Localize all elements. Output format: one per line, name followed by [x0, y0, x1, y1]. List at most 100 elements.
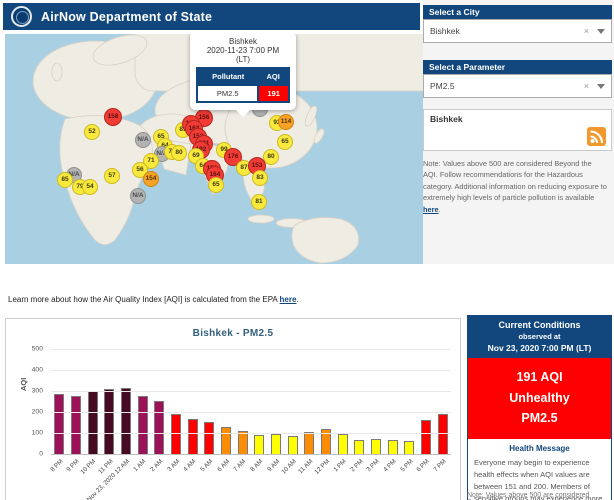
chart-x-tick: 4 AM: [183, 458, 198, 473]
city-select[interactable]: Bishkek ×: [423, 19, 612, 43]
city-clear-icon[interactable]: ×: [584, 26, 589, 36]
chart-bar: [421, 420, 431, 454]
select-city-header: Select a City: [423, 5, 612, 19]
aqi-category: Unhealthy: [470, 388, 609, 409]
popup-aqi-value: 191: [258, 85, 289, 102]
chart-x-tick: 8 PM: [49, 458, 64, 473]
chart-x-tick: 6 AM: [216, 458, 231, 473]
select-parameter-header: Select a Parameter: [423, 60, 612, 74]
aqi-map-marker[interactable]: 65: [277, 134, 293, 150]
chart-x-tick: 3 PM: [366, 458, 381, 473]
department-of-state-seal-icon: [11, 6, 32, 27]
note-here-link[interactable]: here: [423, 205, 439, 214]
chart-y-tick: 200: [32, 409, 43, 416]
chart-x-tick: 1 PM: [332, 458, 347, 473]
aqi-status-badge: 191 AQI Unhealthy PM2.5: [468, 358, 611, 439]
aqi-map-marker[interactable]: 65: [208, 177, 224, 193]
chart-x-tick: 7 AM: [233, 458, 248, 473]
beyond-aqi-note-preview: Note: Values above 500 are considered Be…: [467, 492, 612, 500]
beyond-aqi-note: Note: Values above 500 are considered Be…: [423, 158, 612, 215]
chart-bar: [121, 388, 131, 454]
chart-bar: [438, 414, 448, 454]
current-conditions-header: Current Conditions observed at Nov 23, 2…: [468, 316, 611, 358]
current-conditions-panel: Current Conditions observed at Nov 23, 2…: [467, 315, 612, 500]
aqi-value: 191 AQI: [470, 367, 609, 388]
chart-bar: [188, 419, 198, 454]
aqi-map-marker[interactable]: 80: [171, 145, 187, 161]
chart-y-tick: 300: [32, 388, 43, 395]
aqi-map-marker[interactable]: 158: [104, 108, 122, 126]
app-header: AirNow Department of State: [3, 3, 420, 30]
popup-col-aqi: AQI: [258, 68, 289, 85]
parameter-select[interactable]: PM2.5 ×: [423, 74, 612, 98]
aqi-map-marker[interactable]: N/A: [130, 188, 146, 204]
chart-x-tick: 5 PM: [399, 458, 414, 473]
popup-pollutant-value: PM2.5: [197, 85, 258, 102]
app-title: AirNow Department of State: [41, 10, 212, 24]
chart-plot-area: 8 PM9 PM10 PM11 PMNov 23, 2020 12 AM1 AM…: [51, 349, 451, 454]
current-conditions-title: Current Conditions: [470, 320, 609, 330]
sidebar: Select a City Bishkek × Select a Paramet…: [423, 0, 614, 264]
chart-bar: [54, 394, 64, 454]
aqi-map-marker[interactable]: 52: [84, 124, 100, 140]
parameter-select-value: PM2.5: [430, 81, 584, 91]
health-message-title: Health Message: [474, 444, 605, 453]
rss-panel: Bishkek: [423, 109, 612, 151]
chart-y-tick: 400: [32, 367, 43, 374]
rss-feed-icon[interactable]: [587, 127, 606, 146]
aqi-map-marker[interactable]: 83: [252, 170, 268, 186]
map-popup: Bishkek 2020-11-23 7:00 PM (LT) Pollutan…: [190, 34, 296, 110]
chart-y-axis-label: AQI: [19, 378, 28, 391]
chart-x-tick: 9 AM: [266, 458, 281, 473]
chart-x-tick: 12 PM: [313, 458, 331, 476]
chart-x-axis: [51, 454, 451, 455]
chart-x-tick: 11 AM: [297, 458, 314, 475]
aqi-pollutant: PM2.5: [470, 408, 609, 429]
aqi-map-marker[interactable]: N/A: [135, 132, 151, 148]
chart-x-tick: 5 AM: [199, 458, 214, 473]
aqi-map-marker[interactable]: 154: [143, 171, 159, 187]
chart-bar: [238, 431, 248, 454]
parameter-clear-icon[interactable]: ×: [584, 81, 589, 91]
parameter-chevron-down-icon[interactable]: [597, 84, 605, 89]
chart-x-tick: 1 AM: [133, 458, 148, 473]
chart-gridline: [51, 391, 451, 392]
chart-y-tick: 0: [39, 451, 43, 458]
chart-bar: [221, 427, 231, 454]
chart-bar: [204, 422, 214, 454]
chart-title: Bishkek - PM2.5: [6, 328, 460, 339]
chart-bar: [154, 401, 164, 454]
chart-bar: [71, 396, 81, 454]
aqi-map-marker[interactable]: 114: [278, 114, 294, 130]
chart-bar: [88, 391, 98, 454]
chart-bar: [271, 434, 281, 454]
chart-x-tick: 10 PM: [80, 458, 98, 476]
health-message-section: Health Message Everyone may begin to exp…: [468, 439, 611, 500]
aqi-map-marker[interactable]: 57: [104, 168, 120, 184]
tab-bar: AQIConcentrationHistorical: [0, 268, 614, 288]
chart-bar: [304, 432, 314, 454]
observed-at-label: observed at: [470, 332, 609, 341]
aqi-map-marker[interactable]: 85: [57, 172, 73, 188]
learn-more-here-link[interactable]: here: [280, 295, 297, 304]
chart-x-tick: 10 AM: [280, 458, 298, 476]
world-aqi-map[interactable]: 1585285N/A6564N/A7080715657N/A857954154N…: [5, 34, 455, 264]
chart-x-tick: 7 PM: [432, 458, 447, 473]
popup-table: Pollutant AQI PM2.5 191: [196, 67, 290, 103]
chart-x-tick: 4 PM: [382, 458, 397, 473]
chart-y-tick: 500: [32, 346, 43, 353]
learn-more-text: Learn more about how the Air Quality Ind…: [8, 295, 299, 304]
aqi-map-marker[interactable]: 54: [82, 179, 98, 195]
chart-x-tick: 2 AM: [149, 458, 164, 473]
chart-gridline: [51, 370, 451, 371]
city-chevron-down-icon[interactable]: [597, 29, 605, 34]
chart-bar: [288, 436, 298, 454]
chart-bar: [171, 414, 181, 454]
rss-city-label: Bishkek: [430, 114, 605, 124]
popup-timezone: (LT): [196, 55, 290, 64]
chart-bar: [354, 440, 364, 454]
chart-bar: [371, 439, 381, 454]
popup-datetime: 2020-11-23 7:00 PM: [196, 46, 290, 55]
aqi-chart-panel: Bishkek - PM2.5 AQI 8 PM9 PM10 PM11 PMNo…: [5, 318, 461, 500]
aqi-map-marker[interactable]: 81: [251, 194, 267, 210]
